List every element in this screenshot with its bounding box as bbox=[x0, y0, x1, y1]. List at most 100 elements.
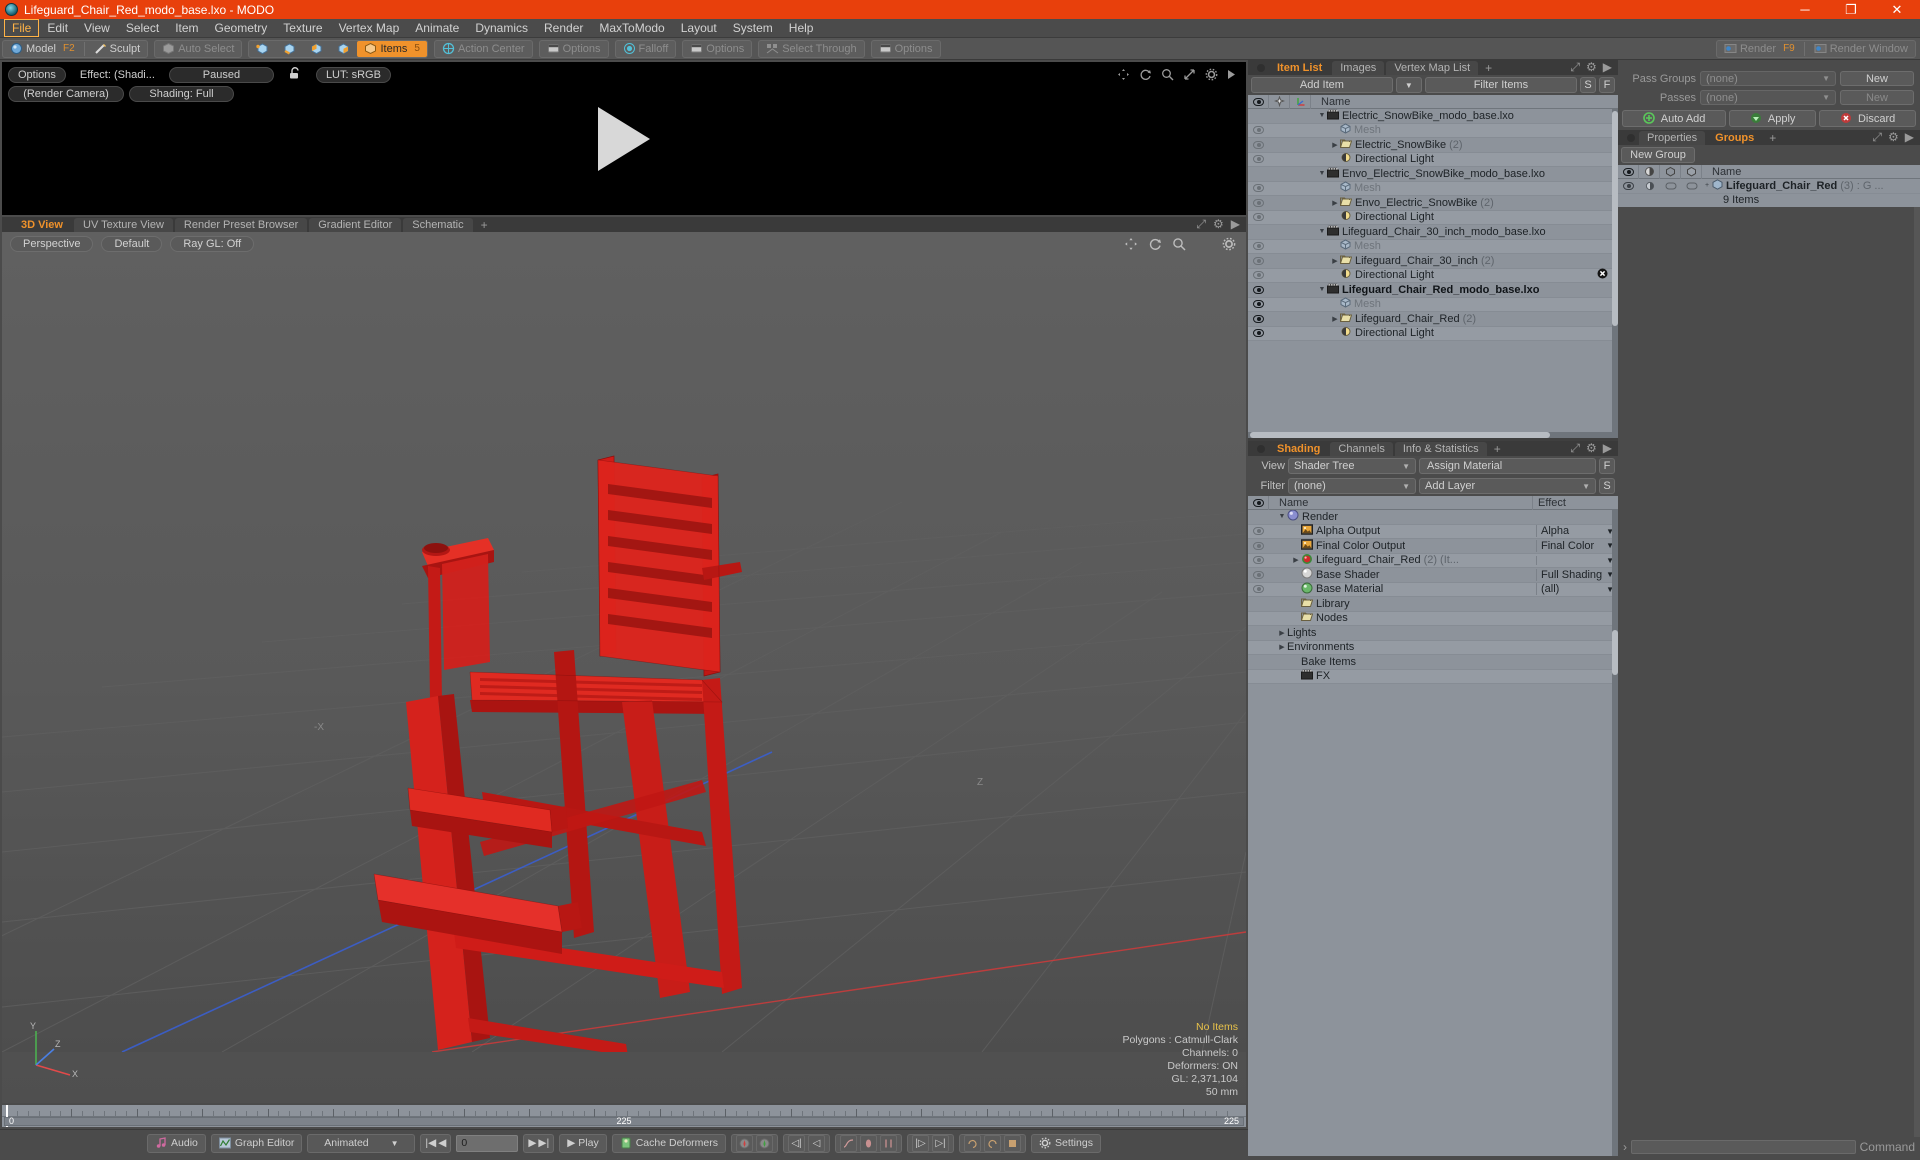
cache-deformers-button[interactable]: Cache Deformers bbox=[611, 1133, 726, 1153]
table-row[interactable]: Directional Light bbox=[1248, 152, 1618, 167]
lut-button[interactable]: LUT: sRGB bbox=[315, 66, 391, 83]
table-row[interactable]: Nodes bbox=[1248, 611, 1618, 626]
shading-tree[interactable]: ▼ Render Alpha Output Alpha ▼ Final Color Out… bbox=[1248, 510, 1618, 1156]
next-key-icon[interactable]: |▷ bbox=[912, 1134, 929, 1152]
animation-mode-select[interactable]: Animated ▼ bbox=[307, 1133, 416, 1153]
row-expand-toggle[interactable]: ▼ bbox=[1277, 513, 1287, 520]
row-visibility-toggle[interactable] bbox=[1248, 285, 1269, 294]
row-expand-toggle[interactable]: ▶ bbox=[1277, 643, 1287, 651]
row-expand-toggle[interactable]: ▼ bbox=[1317, 286, 1327, 293]
header-axis-icon[interactable] bbox=[1290, 94, 1311, 109]
table-row[interactable]: ▼ Lifeguard_Chair_30_inch_modo_base.lxo bbox=[1248, 225, 1618, 240]
row-expand-toggle[interactable]: + bbox=[1702, 182, 1712, 189]
table-row[interactable]: Mesh bbox=[1248, 297, 1618, 312]
render-camera-button[interactable]: (Render Camera) bbox=[8, 86, 124, 102]
assign-material-button[interactable]: Assign Material bbox=[1419, 458, 1596, 474]
filter-items-button[interactable]: Filter Items bbox=[1424, 77, 1577, 93]
add-layer-select[interactable]: Add Layer ▼ bbox=[1419, 478, 1596, 494]
key-create-icon[interactable] bbox=[736, 1134, 753, 1152]
go-to-start-icon[interactable]: |◀ bbox=[425, 1137, 436, 1149]
close-button[interactable]: ✕ bbox=[1874, 0, 1920, 19]
viewport-tab-gradient-editor[interactable]: Gradient Editor bbox=[309, 218, 402, 232]
row-effect-select[interactable]: ▼ bbox=[1536, 555, 1618, 565]
table-row[interactable]: Mesh bbox=[1248, 239, 1618, 254]
shader-tree-select[interactable]: Shader Tree ▼ bbox=[1288, 458, 1416, 474]
header-visibility-icon[interactable] bbox=[1618, 164, 1639, 179]
row-visibility-toggle[interactable] bbox=[1248, 271, 1269, 280]
table-row[interactable]: FX bbox=[1248, 669, 1618, 684]
item-list-tab-vertex-map-list[interactable]: Vertex Map List bbox=[1386, 61, 1479, 75]
shading-f-button[interactable]: F bbox=[1599, 458, 1615, 474]
play-button[interactable]: ▶ Play bbox=[559, 1133, 607, 1153]
pan-icon[interactable] bbox=[1117, 68, 1130, 84]
audio-button[interactable]: Audio bbox=[147, 1133, 206, 1153]
row-visibility-toggle[interactable] bbox=[1248, 140, 1269, 149]
minimize-button[interactable]: ─ bbox=[1782, 0, 1828, 19]
options-button-3[interactable]: Options bbox=[872, 41, 940, 57]
row-shade-toggle[interactable] bbox=[1639, 181, 1660, 191]
options-button-2[interactable]: Options bbox=[683, 41, 751, 57]
auto-add-button[interactable]: Auto Add bbox=[1622, 110, 1727, 127]
table-row[interactable]: Mesh bbox=[1248, 123, 1618, 138]
shading-add-tab-button[interactable]: + bbox=[1489, 442, 1506, 456]
command-input[interactable] bbox=[1631, 1139, 1856, 1154]
menu-item-maxtomodo[interactable]: MaxToModo bbox=[591, 19, 672, 37]
menu-arrow-icon[interactable]: ▶ bbox=[1603, 60, 1612, 75]
table-row[interactable]: ▼ Render bbox=[1248, 510, 1618, 525]
menu-item-layout[interactable]: Layout bbox=[673, 19, 725, 37]
row-visibility-toggle[interactable] bbox=[1248, 256, 1269, 265]
menu-item-geometry[interactable]: Geometry bbox=[207, 19, 276, 37]
row-expand-toggle[interactable]: ▶ bbox=[1291, 556, 1301, 564]
table-row[interactable]: ▶ Envo_Electric_SnowBike (2) bbox=[1248, 196, 1618, 211]
prev-frame-icon[interactable]: ◀ bbox=[438, 1137, 446, 1149]
row-expand-toggle[interactable]: ▶ bbox=[1277, 629, 1287, 637]
viewport-control-default[interactable]: Default bbox=[101, 236, 163, 252]
header-cache-icon[interactable] bbox=[1681, 164, 1702, 179]
table-row[interactable]: ▶ Electric_SnowBike (2) bbox=[1248, 138, 1618, 153]
expand-icon[interactable]: ⤢ bbox=[1570, 60, 1580, 75]
row-expand-toggle[interactable]: ▶ bbox=[1330, 199, 1340, 207]
cycle-icon[interactable] bbox=[984, 1134, 1001, 1152]
gear-icon[interactable]: ⚙ bbox=[1213, 217, 1224, 232]
zoom-icon[interactable] bbox=[1172, 237, 1186, 254]
prev-key-icon[interactable]: ◁| bbox=[788, 1134, 805, 1152]
gear-icon[interactable]: ⚙ bbox=[1888, 130, 1899, 145]
menu-item-system[interactable]: System bbox=[725, 19, 781, 37]
row-visibility-toggle[interactable] bbox=[1248, 198, 1269, 207]
pass-groups-select[interactable]: (none) ▼ bbox=[1700, 71, 1836, 86]
item-list-add-tab-button[interactable]: + bbox=[1480, 61, 1497, 75]
prev-key2-icon[interactable]: ◁ bbox=[808, 1134, 825, 1152]
model-mode-button[interactable]: Model F2 bbox=[3, 41, 82, 57]
curve-icon[interactable] bbox=[840, 1134, 857, 1152]
sculpt-mode-button[interactable]: Sculpt bbox=[87, 41, 148, 57]
row-visibility-toggle[interactable] bbox=[1248, 527, 1269, 536]
gear-icon[interactable]: ⚙ bbox=[1586, 60, 1597, 75]
menu-item-select[interactable]: Select bbox=[118, 19, 167, 37]
header-lock-icon[interactable] bbox=[1269, 94, 1290, 109]
menu-item-item[interactable]: Item bbox=[167, 19, 206, 37]
row-visibility-toggle[interactable] bbox=[1248, 541, 1269, 550]
passes-new-button[interactable]: New bbox=[1840, 90, 1914, 105]
viewport-3d[interactable]: Perspective Default Ray GL: Off -X Z Y X… bbox=[2, 232, 1246, 1103]
menu-arrow-icon[interactable] bbox=[1227, 69, 1236, 83]
table-row[interactable]: Bake Items bbox=[1248, 655, 1618, 670]
table-row[interactable]: ▶ Environments bbox=[1248, 640, 1618, 655]
viewport-add-tab-button[interactable]: + bbox=[475, 218, 494, 232]
action-center-button[interactable]: Action Center bbox=[435, 41, 532, 57]
header-visibility-icon[interactable] bbox=[1248, 495, 1269, 510]
row-expand-toggle[interactable]: ▼ bbox=[1317, 228, 1327, 235]
next-frame-icon[interactable]: ▶ bbox=[528, 1137, 536, 1149]
rotate-icon[interactable] bbox=[1148, 237, 1162, 254]
table-row[interactable]: Library bbox=[1248, 597, 1618, 612]
current-frame-input[interactable]: 0 bbox=[456, 1134, 519, 1152]
row-effect-select[interactable]: Final Color ▼ bbox=[1536, 539, 1618, 552]
fit-icon[interactable] bbox=[1183, 68, 1196, 84]
shading-tab-shading[interactable]: Shading bbox=[1269, 442, 1329, 456]
row-effect-select[interactable]: Alpha ▼ bbox=[1536, 525, 1618, 538]
viewport-tab-schematic[interactable]: Schematic bbox=[403, 218, 473, 232]
gear-icon[interactable] bbox=[1205, 68, 1218, 84]
menu-item-dynamics[interactable]: Dynamics bbox=[467, 19, 536, 37]
apply-button[interactable]: Apply bbox=[1729, 110, 1817, 127]
table-row[interactable]: Alpha Output Alpha ▼ bbox=[1248, 524, 1618, 539]
items-mode-button[interactable]: Items 5 bbox=[357, 40, 427, 57]
